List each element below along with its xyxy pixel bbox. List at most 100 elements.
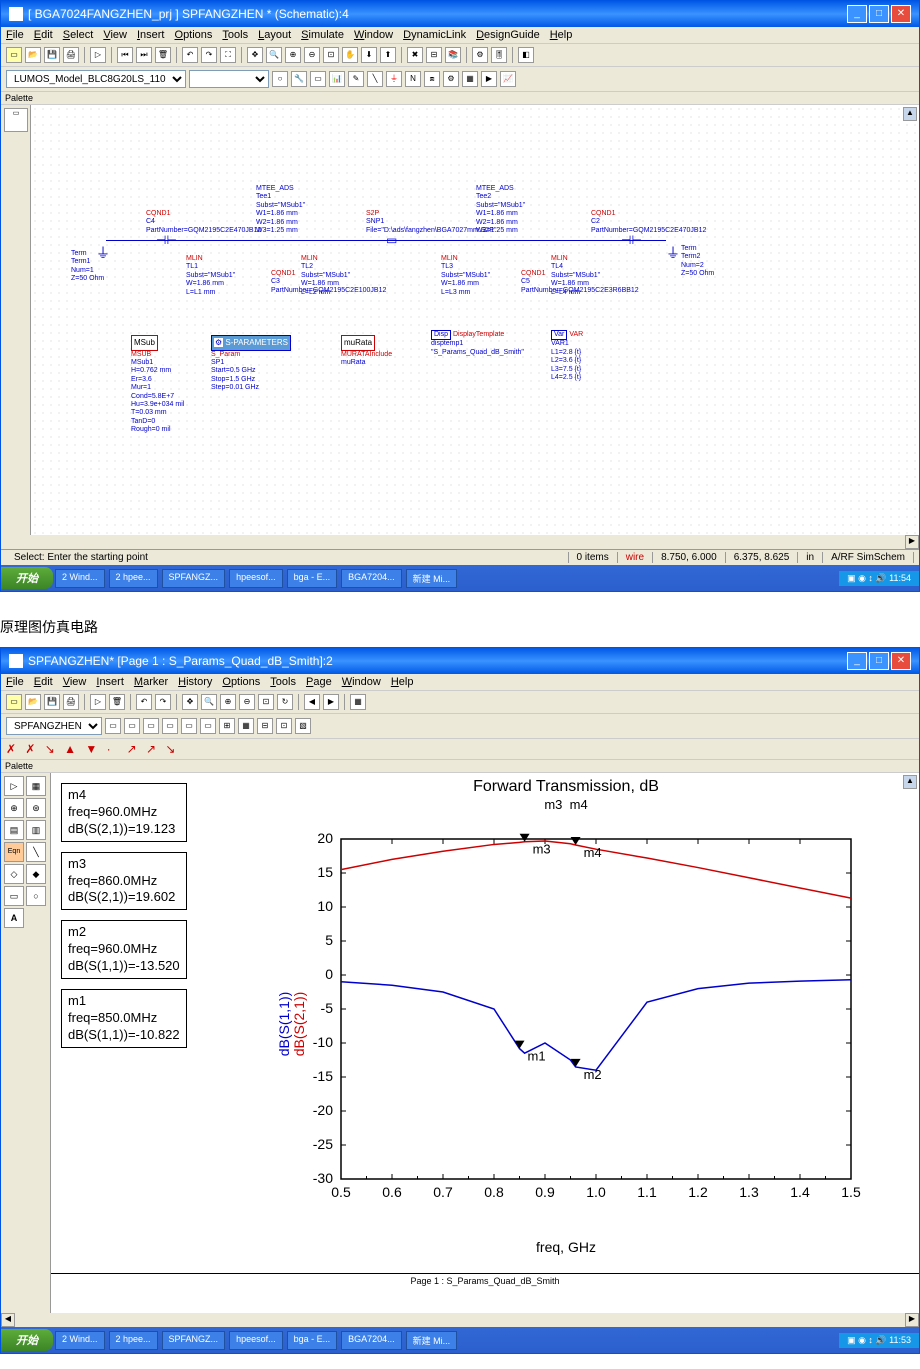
component-selector[interactable]: LUMOS_Model_BLC8G20LS_110: [6, 70, 186, 88]
rect-tool[interactable]: ▭: [4, 886, 24, 906]
push-icon[interactable]: ⬇: [361, 47, 377, 63]
system-tray[interactable]: ▣ ◉ ↕ 🔊 11:53: [839, 1333, 919, 1348]
tune-icon[interactable]: 🎚: [491, 47, 507, 63]
menu-options[interactable]: Options: [222, 676, 260, 688]
var-icon[interactable]: ⧈: [424, 71, 440, 87]
ground-icon[interactable]: ⏚: [386, 71, 402, 87]
menu-select[interactable]: Select: [63, 29, 94, 41]
end-left-icon[interactable]: ⏮: [117, 47, 133, 63]
spanner-icon[interactable]: 🔧: [291, 71, 307, 87]
results-icon[interactable]: 📈: [500, 71, 516, 87]
cursor-icon[interactable]: ▷: [90, 694, 106, 710]
grid5-icon[interactable]: ▧: [295, 718, 311, 734]
redo-icon[interactable]: ↷: [155, 694, 171, 710]
menu-insert[interactable]: Insert: [137, 29, 165, 41]
text-tool[interactable]: A: [4, 908, 24, 928]
scroll-right-icon[interactable]: ▶: [905, 1313, 919, 1327]
close-button[interactable]: ✕: [891, 652, 911, 670]
menu-tools[interactable]: Tools: [222, 29, 248, 41]
polar-tool[interactable]: ⊕: [4, 798, 24, 818]
menu-options[interactable]: Options: [175, 29, 213, 41]
menu-file[interactable]: File: [6, 29, 24, 41]
cursor-tool[interactable]: ▷: [4, 776, 24, 796]
task-item[interactable]: SPFANGZ...: [162, 1331, 226, 1350]
refresh-icon[interactable]: ↻: [277, 694, 293, 710]
scroll-up-icon[interactable]: ▲: [903, 775, 917, 789]
rect-plot-tool[interactable]: ▦: [26, 776, 46, 796]
sparam-component[interactable]: ⚙ S-PARAMETERS S_Param SP1 Start=0.5 GHz…: [211, 335, 291, 393]
page-next-icon[interactable]: ▶: [323, 694, 339, 710]
short-icon[interactable]: ⊟: [426, 47, 442, 63]
name-icon[interactable]: N: [405, 71, 421, 87]
zoom-out-icon[interactable]: ⊖: [304, 47, 320, 63]
menu-simulate[interactable]: Simulate: [301, 29, 344, 41]
delete-icon[interactable]: 🗑: [109, 694, 125, 710]
move-icon[interactable]: ✥: [247, 47, 263, 63]
maximize-button[interactable]: □: [869, 5, 889, 23]
maximize-button[interactable]: □: [869, 652, 889, 670]
task-item[interactable]: BGA7204...: [341, 1331, 402, 1350]
msub-component[interactable]: MSub MSUB MSub1 H=0.762 mm Er=3.6 Mur=1 …: [131, 335, 184, 435]
menu-layout[interactable]: Layout: [258, 29, 291, 41]
menu-page[interactable]: Page: [306, 676, 332, 688]
task-item[interactable]: SPFANGZ...: [162, 569, 226, 588]
menu-tools[interactable]: Tools: [270, 676, 296, 688]
arrow-left-tool[interactable]: ◇: [4, 864, 24, 884]
close-button[interactable]: ✕: [891, 5, 911, 23]
eqn-tool[interactable]: Eqn: [4, 842, 24, 862]
menu-insert[interactable]: Insert: [96, 676, 124, 688]
menu-view[interactable]: View: [103, 29, 127, 41]
menu-dynamiclink[interactable]: DynamicLink: [403, 29, 466, 41]
undo-icon[interactable]: ↶: [182, 47, 198, 63]
stack-tool[interactable]: ▤: [4, 820, 24, 840]
marker-m1-box[interactable]: m1 freq=850.0MHz dB(S(1,1))=-10.822: [61, 989, 187, 1048]
move-icon[interactable]: ✥: [182, 694, 198, 710]
dataset-icon[interactable]: ▦: [350, 694, 366, 710]
titlebar[interactable]: [ BGA7024FANGZHEN_prj ] SPFANGZHEN * (Sc…: [1, 1, 919, 27]
disptemp-component[interactable]: Disp DisplayTemplate disptemp1 "S_Params…: [431, 330, 524, 357]
line-tool[interactable]: ╲: [26, 842, 46, 862]
menu-file[interactable]: File: [6, 676, 24, 688]
task-item[interactable]: hpeesof...: [229, 569, 283, 588]
delete-icon[interactable]: 🗑: [155, 47, 171, 63]
circle-tool[interactable]: ○: [26, 886, 46, 906]
minimize-button[interactable]: _: [847, 652, 867, 670]
zoom-extents-icon[interactable]: ⛶: [220, 47, 236, 63]
new-icon[interactable]: ▭: [6, 47, 22, 63]
simulate-icon[interactable]: ⚙: [472, 47, 488, 63]
layout-icon[interactable]: ▦: [462, 71, 478, 87]
murata-component[interactable]: muRata MURATAInclude muRata: [341, 335, 392, 367]
p6-icon[interactable]: ▭: [200, 718, 216, 734]
scroll-left-icon[interactable]: ◀: [1, 1313, 15, 1327]
print-icon[interactable]: 🖨: [63, 694, 79, 710]
task-item[interactable]: 新建 Mi...: [406, 569, 458, 588]
minimize-button[interactable]: _: [847, 5, 867, 23]
plot-canvas[interactable]: ▲ m4 freq=960.0MHz dB(S(2,1))=19.123 m3 …: [51, 773, 919, 1313]
grid2-icon[interactable]: ▦: [238, 718, 254, 734]
menu-window[interactable]: Window: [354, 29, 393, 41]
marker-m2-box[interactable]: m2 freq=960.0MHz dB(S(1,1))=-13.520: [61, 920, 187, 979]
chart-icon[interactable]: 📊: [329, 71, 345, 87]
p4-icon[interactable]: ▭: [162, 718, 178, 734]
task-item[interactable]: 2 Wind...: [55, 569, 105, 588]
zoom-window-icon[interactable]: 🔍: [201, 694, 217, 710]
p5-icon[interactable]: ▭: [181, 718, 197, 734]
print-icon[interactable]: 🖨: [63, 47, 79, 63]
pop-icon[interactable]: ⬆: [380, 47, 396, 63]
arrow-right-tool[interactable]: ◆: [26, 864, 46, 884]
term2-symbol[interactable]: ⏚: [666, 245, 680, 262]
grid4-icon[interactable]: ⊡: [276, 718, 292, 734]
list-tool[interactable]: ▥: [26, 820, 46, 840]
task-item[interactable]: 2 hpee...: [109, 1331, 158, 1350]
scroll-right-icon[interactable]: ▶: [905, 535, 919, 549]
menu-help[interactable]: Help: [550, 29, 573, 41]
wire-icon[interactable]: ╲: [367, 71, 383, 87]
p2-icon[interactable]: ▭: [124, 718, 140, 734]
edit-icon[interactable]: ✎: [348, 71, 364, 87]
menu-edit[interactable]: Edit: [34, 29, 53, 41]
task-item[interactable]: hpeesof...: [229, 1331, 283, 1350]
marker-m4-box[interactable]: m4 freq=960.0MHz dB(S(2,1))=19.123: [61, 783, 187, 842]
gear-icon[interactable]: ⚙: [443, 71, 459, 87]
term1-symbol[interactable]: ⏚: [96, 245, 110, 262]
save-icon[interactable]: 💾: [44, 47, 60, 63]
